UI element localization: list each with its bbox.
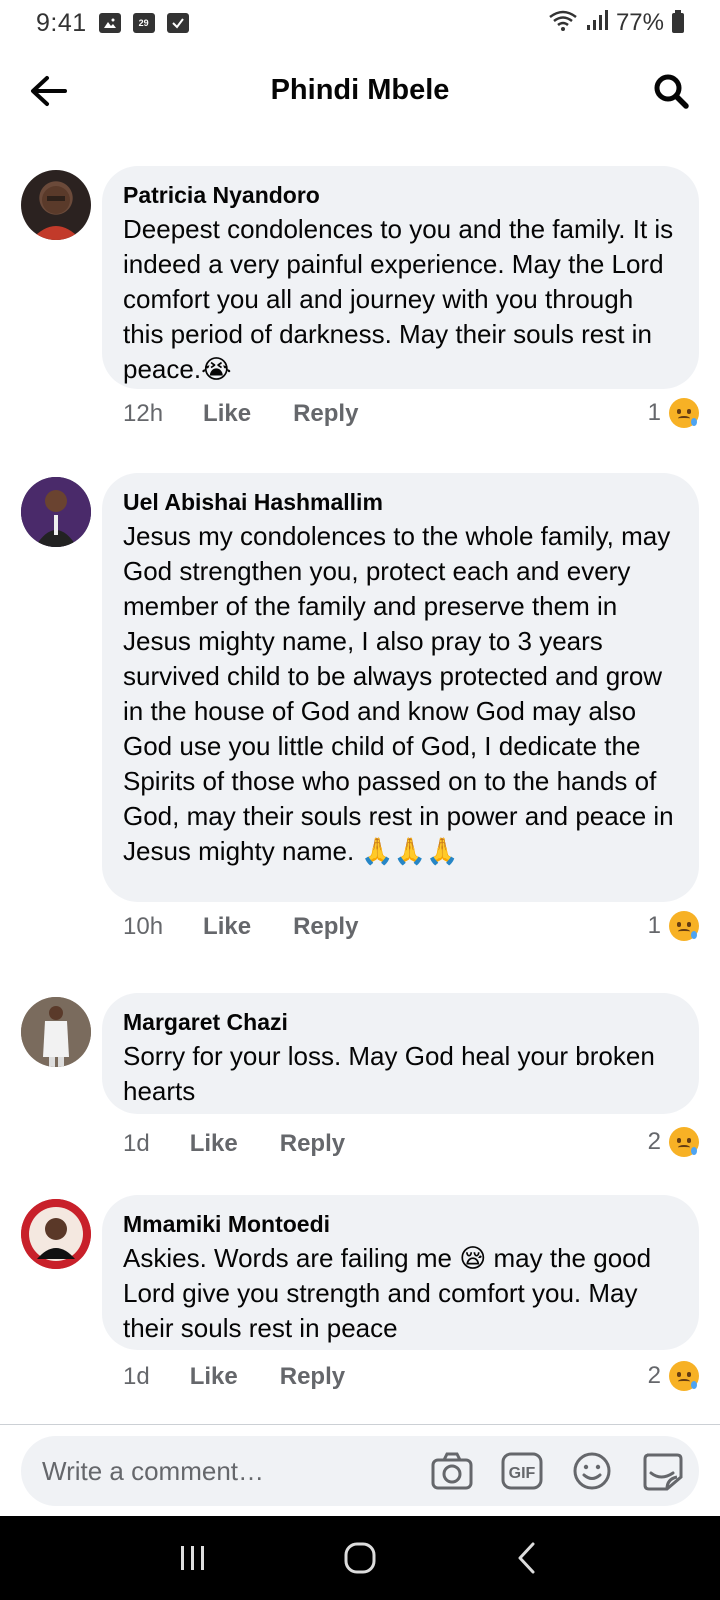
sad-icon — [669, 911, 699, 941]
reaction-summary[interactable]: 1 — [648, 911, 699, 941]
avatar[interactable] — [21, 170, 91, 240]
system-navbar — [0, 1516, 720, 1600]
reaction-summary[interactable]: 2 — [648, 1127, 699, 1157]
status-time: 9:41 — [36, 8, 87, 37]
like-button[interactable]: Like — [203, 913, 251, 941]
comment-input[interactable] — [42, 1455, 412, 1487]
gallery-icon — [98, 13, 121, 33]
back-arrow-icon — [31, 76, 67, 106]
status-right: 77% — [548, 9, 684, 38]
comment-text: Askies. Words are failing me 😪 may the g… — [123, 1243, 659, 1343]
avatar[interactable] — [21, 477, 91, 547]
comment-text: Jesus my condolences to the whole family… — [123, 521, 681, 866]
comment-bubble: Uel Abishai Hashmallim Jesus my condolen… — [102, 473, 699, 902]
reaction-count: 1 — [647, 912, 661, 939]
comment-time: 10h — [123, 913, 164, 940]
comment-text: Sorry for your loss. May God heal your b… — [123, 1041, 663, 1106]
reaction-summary[interactable]: 1 — [648, 398, 699, 428]
reaction-summary[interactable]: 2 — [648, 1361, 699, 1391]
avatar[interactable] — [21, 1199, 91, 1269]
reply-button[interactable]: Reply — [280, 1363, 345, 1391]
comment-author[interactable]: Margaret Chazi — [123, 1007, 679, 1037]
search-button[interactable] — [648, 68, 694, 114]
reply-button[interactable]: Reply — [293, 400, 358, 428]
reply-button[interactable]: Reply — [293, 913, 358, 941]
like-button[interactable]: Like — [203, 400, 251, 428]
comment-meta: 12h Like Reply — [123, 400, 358, 428]
status-left: 9:41 29 — [36, 9, 189, 38]
calendar-icon: 29 — [132, 13, 155, 33]
comment-meta: 10h Like Reply — [123, 913, 358, 941]
like-button[interactable]: Like — [190, 1363, 238, 1391]
search-icon — [654, 74, 689, 109]
comment-meta: 1d Like Reply — [123, 1363, 345, 1391]
comment-composer: GIF — [21, 1436, 699, 1506]
back-nav-icon[interactable] — [497, 1528, 557, 1588]
like-button[interactable]: Like — [190, 1130, 238, 1158]
camera-icon[interactable] — [429, 1448, 475, 1494]
comment-time: 1d — [123, 1363, 150, 1390]
gif-icon[interactable]: GIF — [499, 1448, 545, 1494]
reaction-count: 1 — [647, 399, 661, 426]
sad-icon — [669, 398, 699, 428]
sad-icon — [669, 1361, 699, 1391]
comment-bubble: Patricia Nyandoro Deepest condolences to… — [102, 166, 699, 389]
page-title: Phindi Mbele — [270, 73, 450, 106]
comment-text: Deepest condolences to you and the famil… — [123, 214, 681, 384]
comment-author[interactable]: Uel Abishai Hashmallim — [123, 487, 679, 517]
home-icon[interactable] — [330, 1528, 390, 1588]
comment-meta: 1d Like Reply — [123, 1130, 345, 1158]
comment-bubble: Margaret Chazi Sorry for your loss. May … — [102, 993, 699, 1114]
divider — [0, 1424, 720, 1425]
comment-author[interactable]: Patricia Nyandoro — [123, 180, 679, 210]
avatar[interactable] — [21, 997, 91, 1067]
composer-actions: GIF — [429, 1448, 685, 1494]
comment-author[interactable]: Mmamiki Montoedi — [123, 1209, 679, 1239]
wifi-icon — [548, 9, 578, 38]
header: Phindi Mbele — [0, 52, 720, 128]
recent-apps-icon[interactable] — [163, 1528, 223, 1588]
comment-time: 12h — [123, 400, 164, 427]
comment-bubble: Mmamiki Montoedi Askies. Words are faili… — [102, 1195, 699, 1350]
status-bar: 9:41 29 77% — [0, 0, 720, 46]
checkbox-icon — [166, 13, 189, 33]
reaction-count: 2 — [647, 1362, 661, 1389]
signal-icon — [586, 9, 608, 38]
battery-percent: 77% — [615, 9, 664, 36]
battery-icon — [672, 10, 684, 33]
sticker-icon[interactable] — [639, 1448, 685, 1494]
reaction-count: 2 — [647, 1128, 661, 1155]
back-button[interactable] — [26, 68, 72, 114]
comment-time: 1d — [123, 1130, 150, 1157]
emoji-icon[interactable] — [569, 1448, 615, 1494]
gif-label: GIF — [509, 1465, 536, 1482]
reply-button[interactable]: Reply — [280, 1130, 345, 1158]
sad-icon — [669, 1127, 699, 1157]
